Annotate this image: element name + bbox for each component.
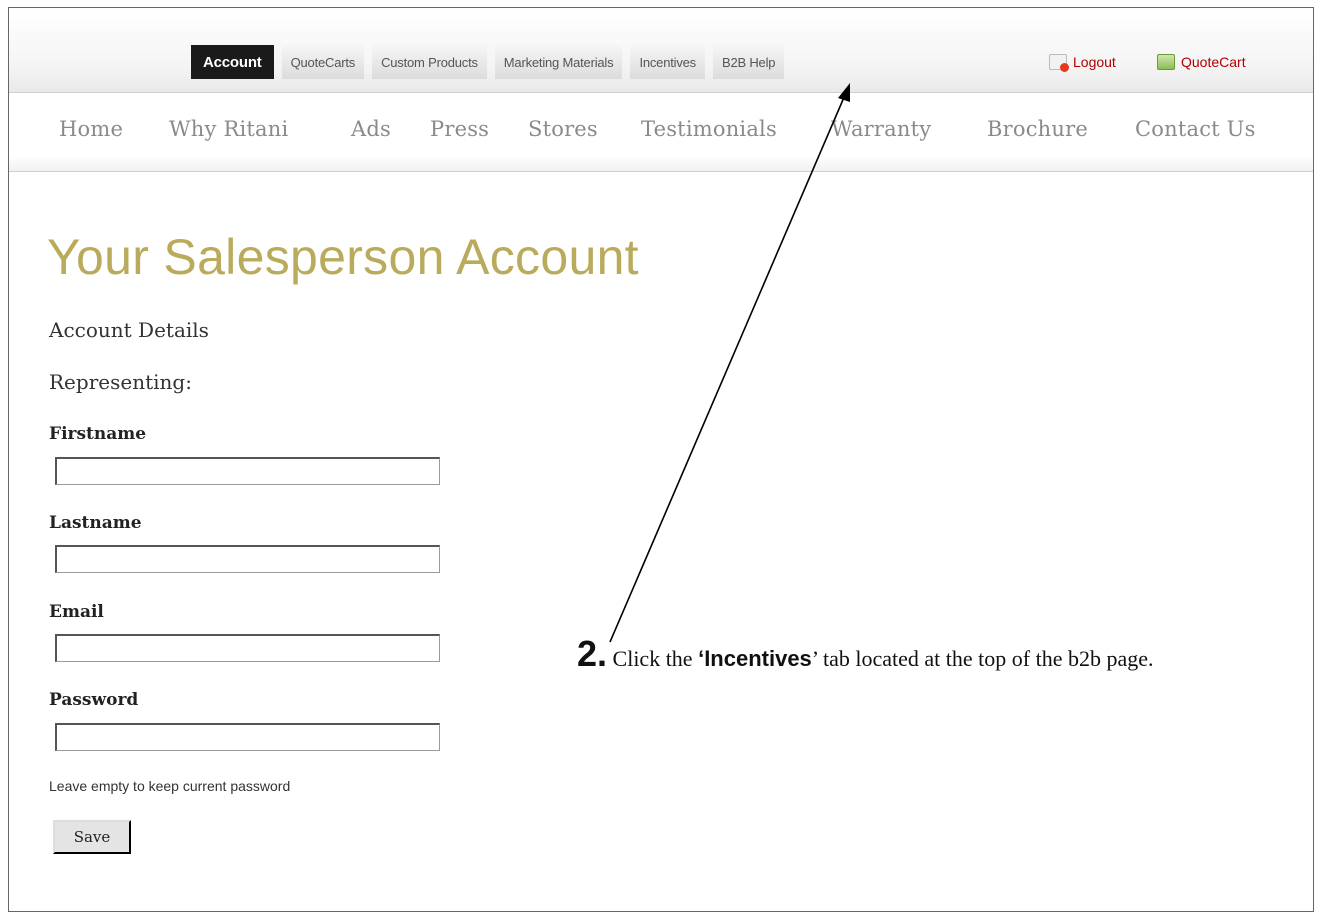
instruction-highlight: ‘Incentives — [698, 646, 812, 671]
step-number: 2. — [577, 633, 608, 674]
arrow-line — [609, 94, 846, 643]
instruction-text-before: Click the — [612, 646, 699, 671]
instruction-callout: 2. Click the ‘Incentives’ tab located at… — [577, 636, 1177, 674]
browser-page: Account QuoteCarts Custom Products Marke… — [8, 7, 1314, 912]
instruction-text-after: ’ tab located at the top of the b2b page… — [811, 646, 1154, 671]
arrow-head — [838, 83, 850, 102]
annotation-arrow — [609, 83, 850, 643]
